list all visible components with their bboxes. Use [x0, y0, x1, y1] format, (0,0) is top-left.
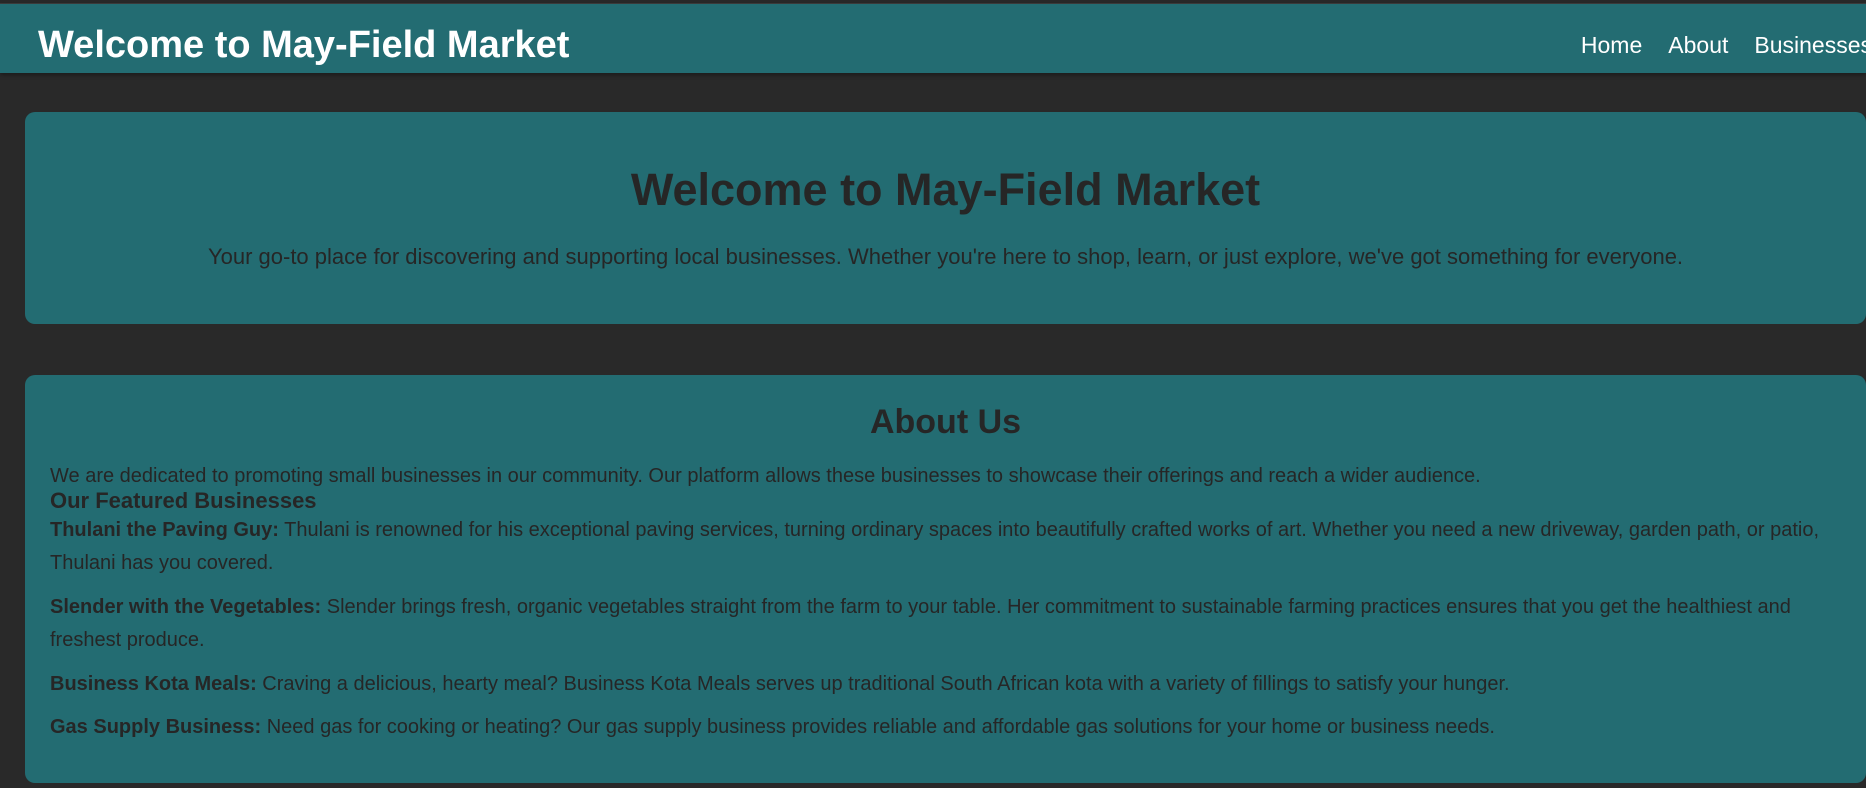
hero-tagline: Your go-to place for discovering and sup…: [207, 244, 1684, 269]
business-name: Gas Supply Business:: [50, 716, 262, 738]
business-description: Craving a delicious, hearty meal? Busine…: [262, 673, 1510, 695]
hero-section: Welcome to May-Field Market Your go-to p…: [25, 112, 1866, 324]
business-item: Thulani the Paving Guy: Thulani is renow…: [50, 514, 1850, 580]
business-name: Business Kota Meals:: [50, 673, 257, 695]
about-section: About Us We are dedicated to promoting s…: [25, 375, 1866, 783]
nav-link-home[interactable]: Home: [1581, 32, 1642, 58]
site-title: Welcome to May-Field Market: [38, 24, 570, 66]
top-navbar: Welcome to May-Field Market Home About B…: [0, 3, 1866, 73]
featured-businesses-heading: Our Featured Businesses: [50, 488, 317, 513]
about-intro: We are dedicated to promoting small busi…: [50, 465, 1481, 487]
about-heading: About Us: [869, 403, 1022, 441]
business-name: Thulani the Paving Guy:: [50, 519, 279, 541]
business-description: Need gas for cooking or heating? Our gas…: [266, 716, 1495, 738]
business-name: Slender with the Vegetables:: [50, 596, 322, 618]
business-item: Slender with the Vegetables: Slender bri…: [50, 591, 1850, 657]
business-item: Gas Supply Business: Need gas for cookin…: [50, 711, 1850, 744]
hero-heading: Welcome to May-Field Market: [630, 164, 1261, 215]
business-description: Thulani is renowned for his exceptional …: [50, 519, 1820, 574]
nav-link-businesses[interactable]: Businesses: [1754, 32, 1866, 58]
business-item: Business Kota Meals: Craving a delicious…: [50, 668, 1850, 701]
main-nav: Home About Businesses: [1581, 32, 1866, 58]
nav-link-about[interactable]: About: [1668, 32, 1728, 58]
